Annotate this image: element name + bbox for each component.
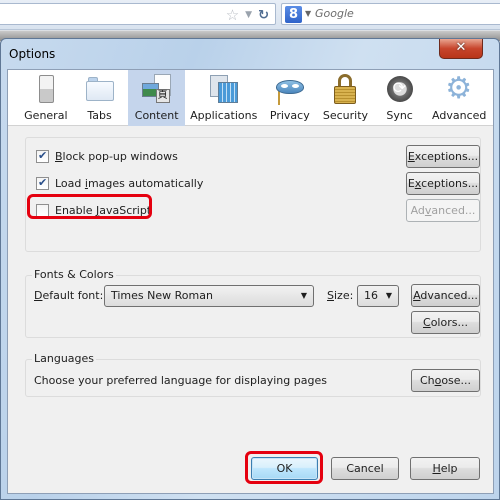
browser-toolbar: ☆ ▼ ↻ 8 ▼ Google — [0, 0, 500, 30]
languages-caption: Languages — [32, 352, 97, 365]
tab-label: Advanced — [432, 109, 487, 122]
tab-content[interactable]: 頁 Content — [128, 70, 185, 126]
default-font-select[interactable]: Times New Roman ▼ — [104, 285, 314, 307]
block-popups-label[interactable]: Block pop-up windows — [55, 150, 178, 163]
font-size-select[interactable]: 16 ▼ — [357, 285, 399, 307]
fonts-advanced-button[interactable]: Advanced... — [411, 284, 480, 307]
tab-general[interactable]: General — [21, 70, 71, 126]
tab-label: Tabs — [87, 109, 112, 122]
tab-label: Sync — [386, 109, 413, 122]
font-size-value: 16 — [364, 289, 378, 302]
mask-icon — [274, 73, 306, 105]
tab-label: General — [24, 109, 68, 122]
help-button[interactable]: Help — [410, 457, 480, 480]
switch-icon — [30, 73, 62, 105]
load-images-checkbox[interactable] — [36, 176, 49, 190]
tab-label: Privacy — [269, 109, 310, 122]
dialog-title: Options — [9, 47, 56, 61]
javascript-advanced-button: Advanced... — [406, 199, 480, 222]
google-icon[interactable]: 8 — [285, 6, 302, 23]
tab-label: Content — [134, 109, 179, 122]
chevron-down-icon: ▼ — [385, 291, 392, 300]
tab-applications[interactable]: Applications — [185, 70, 263, 126]
languages-group: Languages Choose your preferred language… — [25, 352, 481, 397]
images-exceptions-button[interactable]: Exceptions... — [406, 172, 480, 195]
block-popups-checkbox[interactable] — [36, 149, 49, 163]
folder-tab-icon — [84, 73, 116, 105]
url-bar[interactable]: ☆ ▼ ↻ — [0, 3, 276, 25]
close-icon: ✕ — [455, 40, 467, 55]
fonts-colors-caption: Fonts & Colors — [32, 268, 116, 281]
applications-icon — [208, 73, 240, 105]
tab-advanced[interactable]: ⚙ Advanced — [425, 70, 493, 126]
gear-icon: ⚙ — [445, 71, 473, 106]
tab-security[interactable]: Security — [317, 70, 374, 126]
search-placeholder: Google — [315, 7, 354, 20]
ok-annotation-highlight — [245, 451, 323, 484]
languages-description: Choose your preferred language for displ… — [34, 374, 327, 387]
padlock-icon — [329, 73, 361, 105]
tab-tabs[interactable]: Tabs — [71, 70, 129, 126]
content-options-group: Block pop-up windows Exceptions... Load … — [25, 137, 481, 252]
cancel-button[interactable]: Cancel — [331, 457, 399, 480]
dropdown-arrow-icon[interactable]: ▼ — [245, 10, 252, 20]
star-icon[interactable]: ☆ — [226, 6, 239, 24]
pane-selector: General Tabs 頁 Content Applications Priv… — [8, 70, 493, 126]
choose-language-button[interactable]: Choose... — [411, 369, 480, 392]
search-bar[interactable]: 8 ▼ Google — [281, 3, 500, 25]
load-images-option[interactable]: Load images automatically — [36, 176, 203, 190]
tab-label: Applications — [190, 109, 258, 122]
fonts-colors-group: Fonts & Colors Default font: Times New R… — [25, 268, 481, 338]
search-engine-dropdown-icon[interactable]: ▼ — [305, 9, 311, 18]
javascript-annotation-highlight — [27, 194, 152, 219]
block-popups-option[interactable]: Block pop-up windows — [36, 149, 178, 163]
tab-privacy[interactable]: Privacy — [262, 70, 317, 126]
options-dialog: Options ✕ General Tabs 頁 Content Applica… — [0, 38, 500, 500]
reload-icon[interactable]: ↻ — [258, 8, 269, 23]
tab-sync[interactable]: Sync — [374, 70, 426, 126]
dialog-client-area: General Tabs 頁 Content Applications Priv… — [7, 69, 494, 494]
content-icon: 頁 — [141, 73, 173, 105]
chevron-down-icon: ▼ — [300, 291, 307, 300]
default-font-label: Default font: — [34, 289, 104, 302]
load-images-label[interactable]: Load images automatically — [55, 177, 203, 190]
default-font-value: Times New Roman — [111, 289, 213, 302]
size-label: Size: — [327, 289, 354, 302]
sync-icon — [384, 73, 416, 105]
popup-exceptions-button[interactable]: Exceptions... — [406, 145, 480, 168]
colors-button[interactable]: Colors... — [411, 311, 480, 334]
close-button[interactable]: ✕ — [439, 39, 483, 59]
tab-label: Security — [322, 109, 369, 122]
